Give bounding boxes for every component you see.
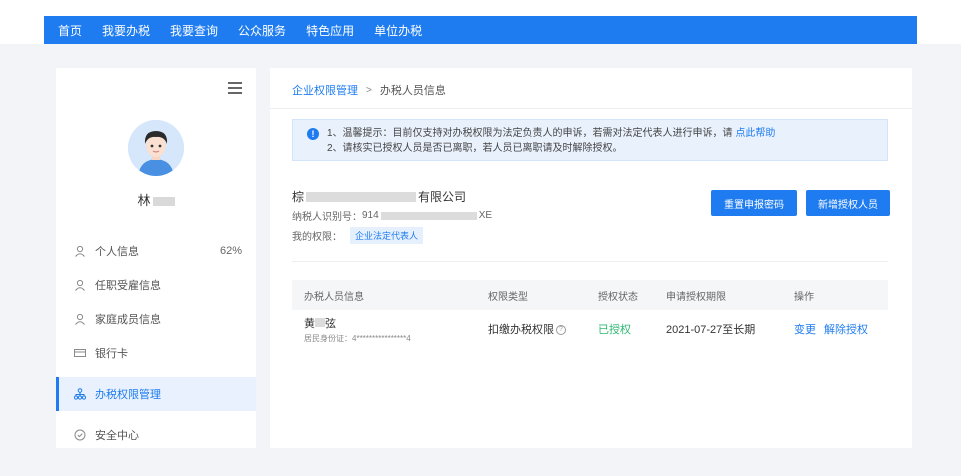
menu-toggle-icon[interactable] [228,82,242,94]
person-id: 居民身份证：4****************4 [304,333,488,344]
profile-completion: 62% [219,245,242,257]
company-name-suffix: 有限公司 [418,190,467,204]
sidebar-item-employment[interactable]: 任职受雇信息 [56,268,256,302]
info-icon: ! [307,128,319,140]
auth-period: 2021-07-27至长期 [666,324,756,336]
nav-home[interactable]: 首页 [58,22,82,39]
header-divider [270,108,912,109]
taxid-prefix: 914 [362,210,379,221]
auth-status: 已授权 [598,324,631,336]
col-operations: 操作 [794,291,814,303]
permission-tag: 企业法定代表人 [350,227,424,244]
sidebar: 林 个人信息 62% 任职受雇信息 家庭成员信息 银行卡 办税权限管理 安全中心 [56,68,256,448]
table-header: 办税人员信息 权限类型 授权状态 申请授权期限 操作 [292,280,888,310]
person-name-prefix: 黄 [304,317,315,330]
sidebar-item-tax-permission[interactable]: 办税权限管理 [56,377,256,411]
org-icon [74,388,86,400]
breadcrumb-parent[interactable]: 企业权限管理 [292,82,358,98]
reset-password-button[interactable]: 重置申报密码 [711,190,797,216]
table-row: 黄 弦 居民身份证：4****************4 扣缴办税权限? 已授权… [292,310,888,348]
change-link[interactable]: 变更 [794,324,816,336]
my-permission: 我的权限： 企业法定代表人 [292,227,424,244]
person-info-cell: 黄 弦 居民身份证：4****************4 [292,315,488,344]
breadcrumb: 企业权限管理 > 办税人员信息 [292,82,446,98]
username-mask [152,197,175,207]
sidebar-item-family[interactable]: 家庭成员信息 [56,302,256,336]
person-id-label: 居民身份证： [304,333,352,343]
col-auth-status: 授权状态 [598,291,638,303]
company-name: 棕 有限公司 [292,188,466,205]
help-circle-icon[interactable]: ? [556,325,566,336]
nav-public-service[interactable]: 公众服务 [238,22,286,39]
notice-banner: ! 1、温馨提示：目前仅支持对办税权限为法定负责人的申诉，若需对法定代表人进行申… [292,119,888,161]
help-link[interactable]: 点此帮助 [735,128,775,139]
col-person-info: 办税人员信息 [304,291,364,303]
card-icon [74,347,86,359]
person-name-suffix: 弦 [325,317,336,330]
company-name-mask [306,191,417,202]
breadcrumb-separator: > [366,84,372,96]
main-nav: 首页 我要办税 我要查询 公众服务 特色应用 单位办税 [44,16,917,44]
avatar [128,120,184,176]
col-auth-period: 申请授权期限 [666,291,726,303]
sidebar-item-label: 任职受雇信息 [95,280,161,292]
notice-line-1: 1、温馨提示：目前仅支持对办税权限为法定负责人的申诉，若需对法定代表人进行申诉，… [327,126,887,141]
taxid-label: 纳税人识别号： [292,212,362,223]
user-icon [74,245,86,257]
user-icon [74,313,86,325]
shield-icon [74,429,86,441]
sidebar-item-label: 个人信息 [95,246,139,258]
person-name: 黄 弦 [304,315,488,331]
sidebar-item-label: 家庭成员信息 [95,314,161,326]
user-icon [74,279,86,291]
section-divider [292,261,888,262]
username: 林 [56,190,256,209]
active-indicator [56,377,59,411]
sidebar-item-label: 办税权限管理 [95,389,161,401]
breadcrumb-current: 办税人员信息 [379,85,446,97]
sidebar-item-label: 银行卡 [95,348,128,360]
username-text: 林 [137,193,151,208]
col-permission-type: 权限类型 [488,291,528,303]
company-name-prefix: 棕 [292,190,305,204]
perm-label: 我的权限： [292,232,342,243]
taxid-suffix: XE [478,210,493,221]
nav-query[interactable]: 我要查询 [170,22,218,39]
permission-type-text: 扣缴办税权限 [488,324,554,336]
operations-cell: 变更 解除授权 [794,321,888,337]
revoke-authorization-link[interactable]: 解除授权 [824,324,868,336]
authorized-persons-table: 办税人员信息 权限类型 授权状态 申请授权期限 操作 黄 弦 居民身份证：4**… [292,280,888,348]
nav-company-tax[interactable]: 单位办税 [374,22,422,39]
notice-line-1-text: 1、温馨提示：目前仅支持对办税权限为法定负责人的申诉，若需对法定代表人进行申诉，… [327,128,736,139]
add-authorized-person-button[interactable]: 新增授权人员 [806,190,890,216]
sidebar-item-security[interactable]: 安全中心 [56,418,256,452]
sidebar-item-bank-card[interactable]: 银行卡 [56,336,256,370]
main-panel: 企业权限管理 > 办税人员信息 ! 1、温馨提示：目前仅支持对办税权限为法定负责… [270,68,912,448]
person-id-value: 4****************4 [352,333,411,343]
sidebar-item-personal-info[interactable]: 个人信息 62% [56,234,256,268]
nav-featured-apps[interactable]: 特色应用 [306,22,354,39]
notice-line-2: 2、请核实已授权人员是否已离职，若人员已离职请及时解除授权。 [327,143,623,154]
taxpayer-id: 纳税人识别号： 914 XE [292,208,492,223]
nav-tax-filing[interactable]: 我要办税 [102,22,150,39]
top-header: 首页 我要办税 我要查询 公众服务 特色应用 单位办税 [0,0,961,44]
person-name-mask [315,318,325,327]
sidebar-item-label: 安全中心 [95,430,139,442]
permission-type-cell: 扣缴办税权限? [488,321,598,337]
taxid-mask [380,211,477,220]
